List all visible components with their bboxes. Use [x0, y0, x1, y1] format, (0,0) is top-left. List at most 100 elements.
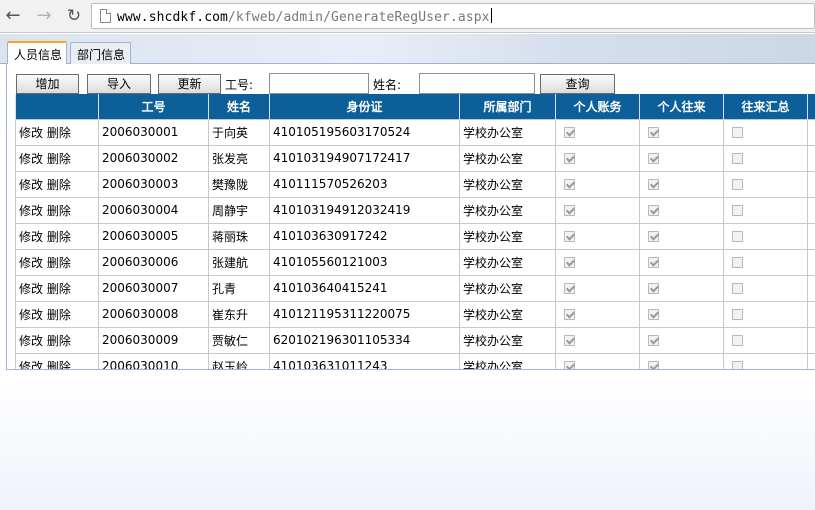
- header-extra: [807, 94, 815, 119]
- personal-transactions-cell: [639, 118, 724, 146]
- transaction-summary-checkbox[interactable]: [732, 205, 743, 216]
- name-cell: 崔东升: [208, 300, 270, 328]
- forward-arrow-icon[interactable]: →: [34, 6, 54, 26]
- transaction-summary-cell: [723, 300, 808, 328]
- personal-transactions-checkbox[interactable]: [648, 127, 659, 138]
- delete-link[interactable]: 删除: [47, 126, 71, 140]
- transaction-summary-checkbox[interactable]: [732, 361, 743, 369]
- delete-link[interactable]: 删除: [47, 308, 71, 322]
- personal-accounts-checkbox[interactable]: [564, 361, 575, 369]
- url-text[interactable]: www.shcdkf.com/kfweb/admin/GenerateRegUs…: [117, 8, 492, 25]
- personal-accounts-checkbox[interactable]: [564, 231, 575, 242]
- employee-number-cell: 2006030006: [98, 248, 209, 276]
- personal-transactions-checkbox[interactable]: [648, 257, 659, 268]
- tab-staff-info[interactable]: 人员信息: [7, 41, 67, 65]
- personal-accounts-checkbox[interactable]: [564, 309, 575, 320]
- personal-accounts-checkbox[interactable]: [564, 257, 575, 268]
- department-cell: 学校办公室: [459, 274, 556, 302]
- extra-cell: [807, 326, 815, 354]
- id-card-cell: 410111570526203: [269, 170, 460, 198]
- personal-accounts-cell: [555, 170, 640, 198]
- name-input[interactable]: [419, 73, 535, 94]
- delete-link[interactable]: 删除: [47, 256, 71, 270]
- personal-transactions-cell: [639, 352, 724, 369]
- employee-number-cell: 2006030010: [98, 352, 209, 369]
- personal-transactions-checkbox[interactable]: [648, 335, 659, 346]
- edit-link[interactable]: 修改: [19, 334, 43, 348]
- query-button[interactable]: 查询: [540, 74, 615, 94]
- table-row: 修改 删除 2006030003 樊豫陇 410111570526203 学校办公室: [15, 170, 815, 198]
- delete-link[interactable]: 删除: [47, 152, 71, 166]
- personal-accounts-checkbox[interactable]: [564, 205, 575, 216]
- personal-transactions-checkbox[interactable]: [648, 231, 659, 242]
- transaction-summary-checkbox[interactable]: [732, 309, 743, 320]
- transaction-summary-checkbox[interactable]: [732, 127, 743, 138]
- table-row: 修改 删除 2006030010 赵玉岭 410103631011243 学校办公室: [15, 352, 815, 370]
- tab-department-info[interactable]: 部门信息: [70, 42, 131, 64]
- transaction-summary-checkbox[interactable]: [732, 335, 743, 346]
- id-card-cell: 410103194912032419: [269, 196, 460, 224]
- transaction-summary-checkbox[interactable]: [732, 179, 743, 190]
- delete-link[interactable]: 删除: [47, 230, 71, 244]
- personal-transactions-checkbox[interactable]: [648, 179, 659, 190]
- personal-transactions-checkbox[interactable]: [648, 153, 659, 164]
- id-card-cell: 410121195311220075: [269, 300, 460, 328]
- header-name: 姓名: [208, 94, 270, 119]
- row-actions: 修改 删除: [15, 352, 99, 370]
- extra-cell: [807, 274, 815, 302]
- personal-transactions-checkbox[interactable]: [648, 361, 659, 369]
- transaction-summary-checkbox[interactable]: [732, 283, 743, 294]
- transaction-summary-cell: [723, 222, 808, 250]
- transaction-summary-checkbox[interactable]: [732, 153, 743, 164]
- transaction-summary-cell: [723, 326, 808, 354]
- employee-number-input[interactable]: [269, 73, 369, 94]
- personal-accounts-checkbox[interactable]: [564, 335, 575, 346]
- extra-cell: [807, 196, 815, 224]
- personal-accounts-checkbox[interactable]: [564, 179, 575, 190]
- url-host: www.shcdkf.com: [117, 10, 228, 25]
- personal-accounts-cell: [555, 222, 640, 250]
- edit-link[interactable]: 修改: [19, 256, 43, 270]
- import-button[interactable]: 导入: [87, 74, 151, 94]
- table-row: 修改 删除 2006030008 崔东升 410121195311220075 学校办公…: [15, 300, 815, 328]
- personal-accounts-checkbox[interactable]: [564, 153, 575, 164]
- edit-link[interactable]: 修改: [19, 126, 43, 140]
- address-bar[interactable]: www.shcdkf.com/kfweb/admin/GenerateRegUs…: [91, 3, 815, 29]
- edit-link[interactable]: 修改: [19, 204, 43, 218]
- edit-link[interactable]: 修改: [19, 152, 43, 166]
- name-cell: 周静宇: [208, 196, 270, 224]
- name-cell: 樊豫陇: [208, 170, 270, 198]
- personal-transactions-checkbox[interactable]: [648, 205, 659, 216]
- transaction-summary-cell: [723, 196, 808, 224]
- personal-accounts-checkbox[interactable]: [564, 127, 575, 138]
- back-arrow-icon[interactable]: ←: [3, 6, 23, 26]
- delete-link[interactable]: 删除: [47, 178, 71, 192]
- personal-accounts-checkbox[interactable]: [564, 283, 575, 294]
- delete-link[interactable]: 删除: [47, 360, 71, 370]
- edit-link[interactable]: 修改: [19, 178, 43, 192]
- header-personal-accounts: 个人账务: [555, 94, 640, 119]
- delete-link[interactable]: 删除: [47, 204, 71, 218]
- row-actions: 修改 删除: [15, 196, 99, 224]
- toolbar: 增加 导入 更新 工号: 姓名: 查询: [7, 64, 815, 94]
- personal-transactions-checkbox[interactable]: [648, 309, 659, 320]
- extra-cell: [807, 118, 815, 146]
- transaction-summary-checkbox[interactable]: [732, 257, 743, 268]
- personal-transactions-checkbox[interactable]: [648, 283, 659, 294]
- delete-link[interactable]: 删除: [47, 282, 71, 296]
- employee-number-cell: 2006030008: [98, 300, 209, 328]
- table-row: 修改 删除 2006030004 周静宇 410103194912032419 学校办公…: [15, 196, 815, 224]
- edit-link[interactable]: 修改: [19, 308, 43, 322]
- update-button[interactable]: 更新: [158, 74, 221, 94]
- personal-accounts-cell: [555, 144, 640, 172]
- edit-link[interactable]: 修改: [19, 230, 43, 244]
- transaction-summary-checkbox[interactable]: [732, 231, 743, 242]
- edit-link[interactable]: 修改: [19, 282, 43, 296]
- personal-transactions-cell: [639, 248, 724, 276]
- delete-link[interactable]: 删除: [47, 334, 71, 348]
- add-button[interactable]: 增加: [16, 74, 79, 94]
- edit-link[interactable]: 修改: [19, 360, 43, 370]
- table-row: 修改 删除 2006030009 贾敏仁 620102196301105334 学校办公…: [15, 326, 815, 354]
- reload-icon[interactable]: ↻: [64, 6, 84, 26]
- text-caret: [490, 8, 492, 23]
